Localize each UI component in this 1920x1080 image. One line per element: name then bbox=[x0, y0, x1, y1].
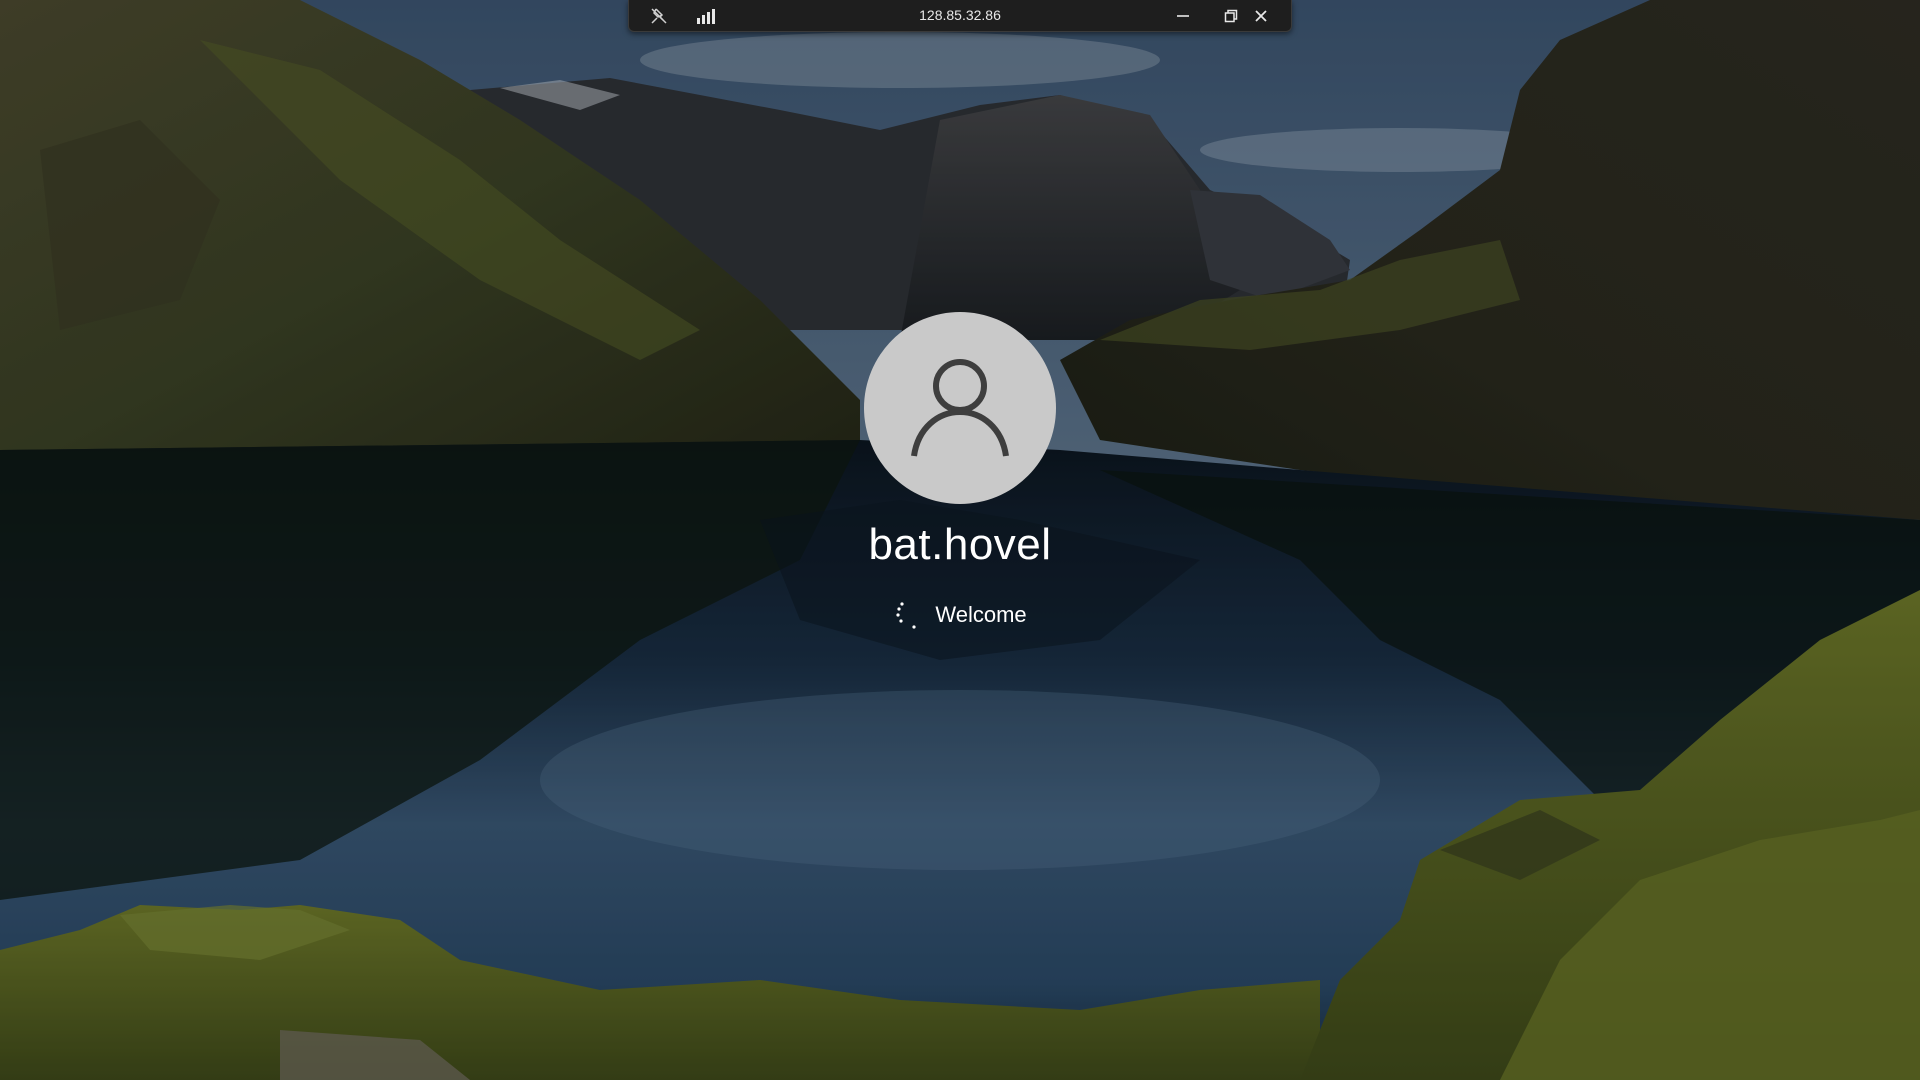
status-text: Welcome bbox=[935, 602, 1027, 627]
lock-screen: 128.85.32.86 bat.hovel Welcome bbox=[0, 0, 1920, 1080]
status-row: Welcome bbox=[860, 597, 1060, 633]
login-panel: bat.hovel Welcome bbox=[0, 0, 1920, 1080]
user-icon bbox=[911, 359, 1009, 457]
username-label: bat.hovel bbox=[868, 520, 1052, 569]
user-avatar bbox=[864, 312, 1056, 504]
loading-spinner-icon bbox=[896, 602, 916, 629]
